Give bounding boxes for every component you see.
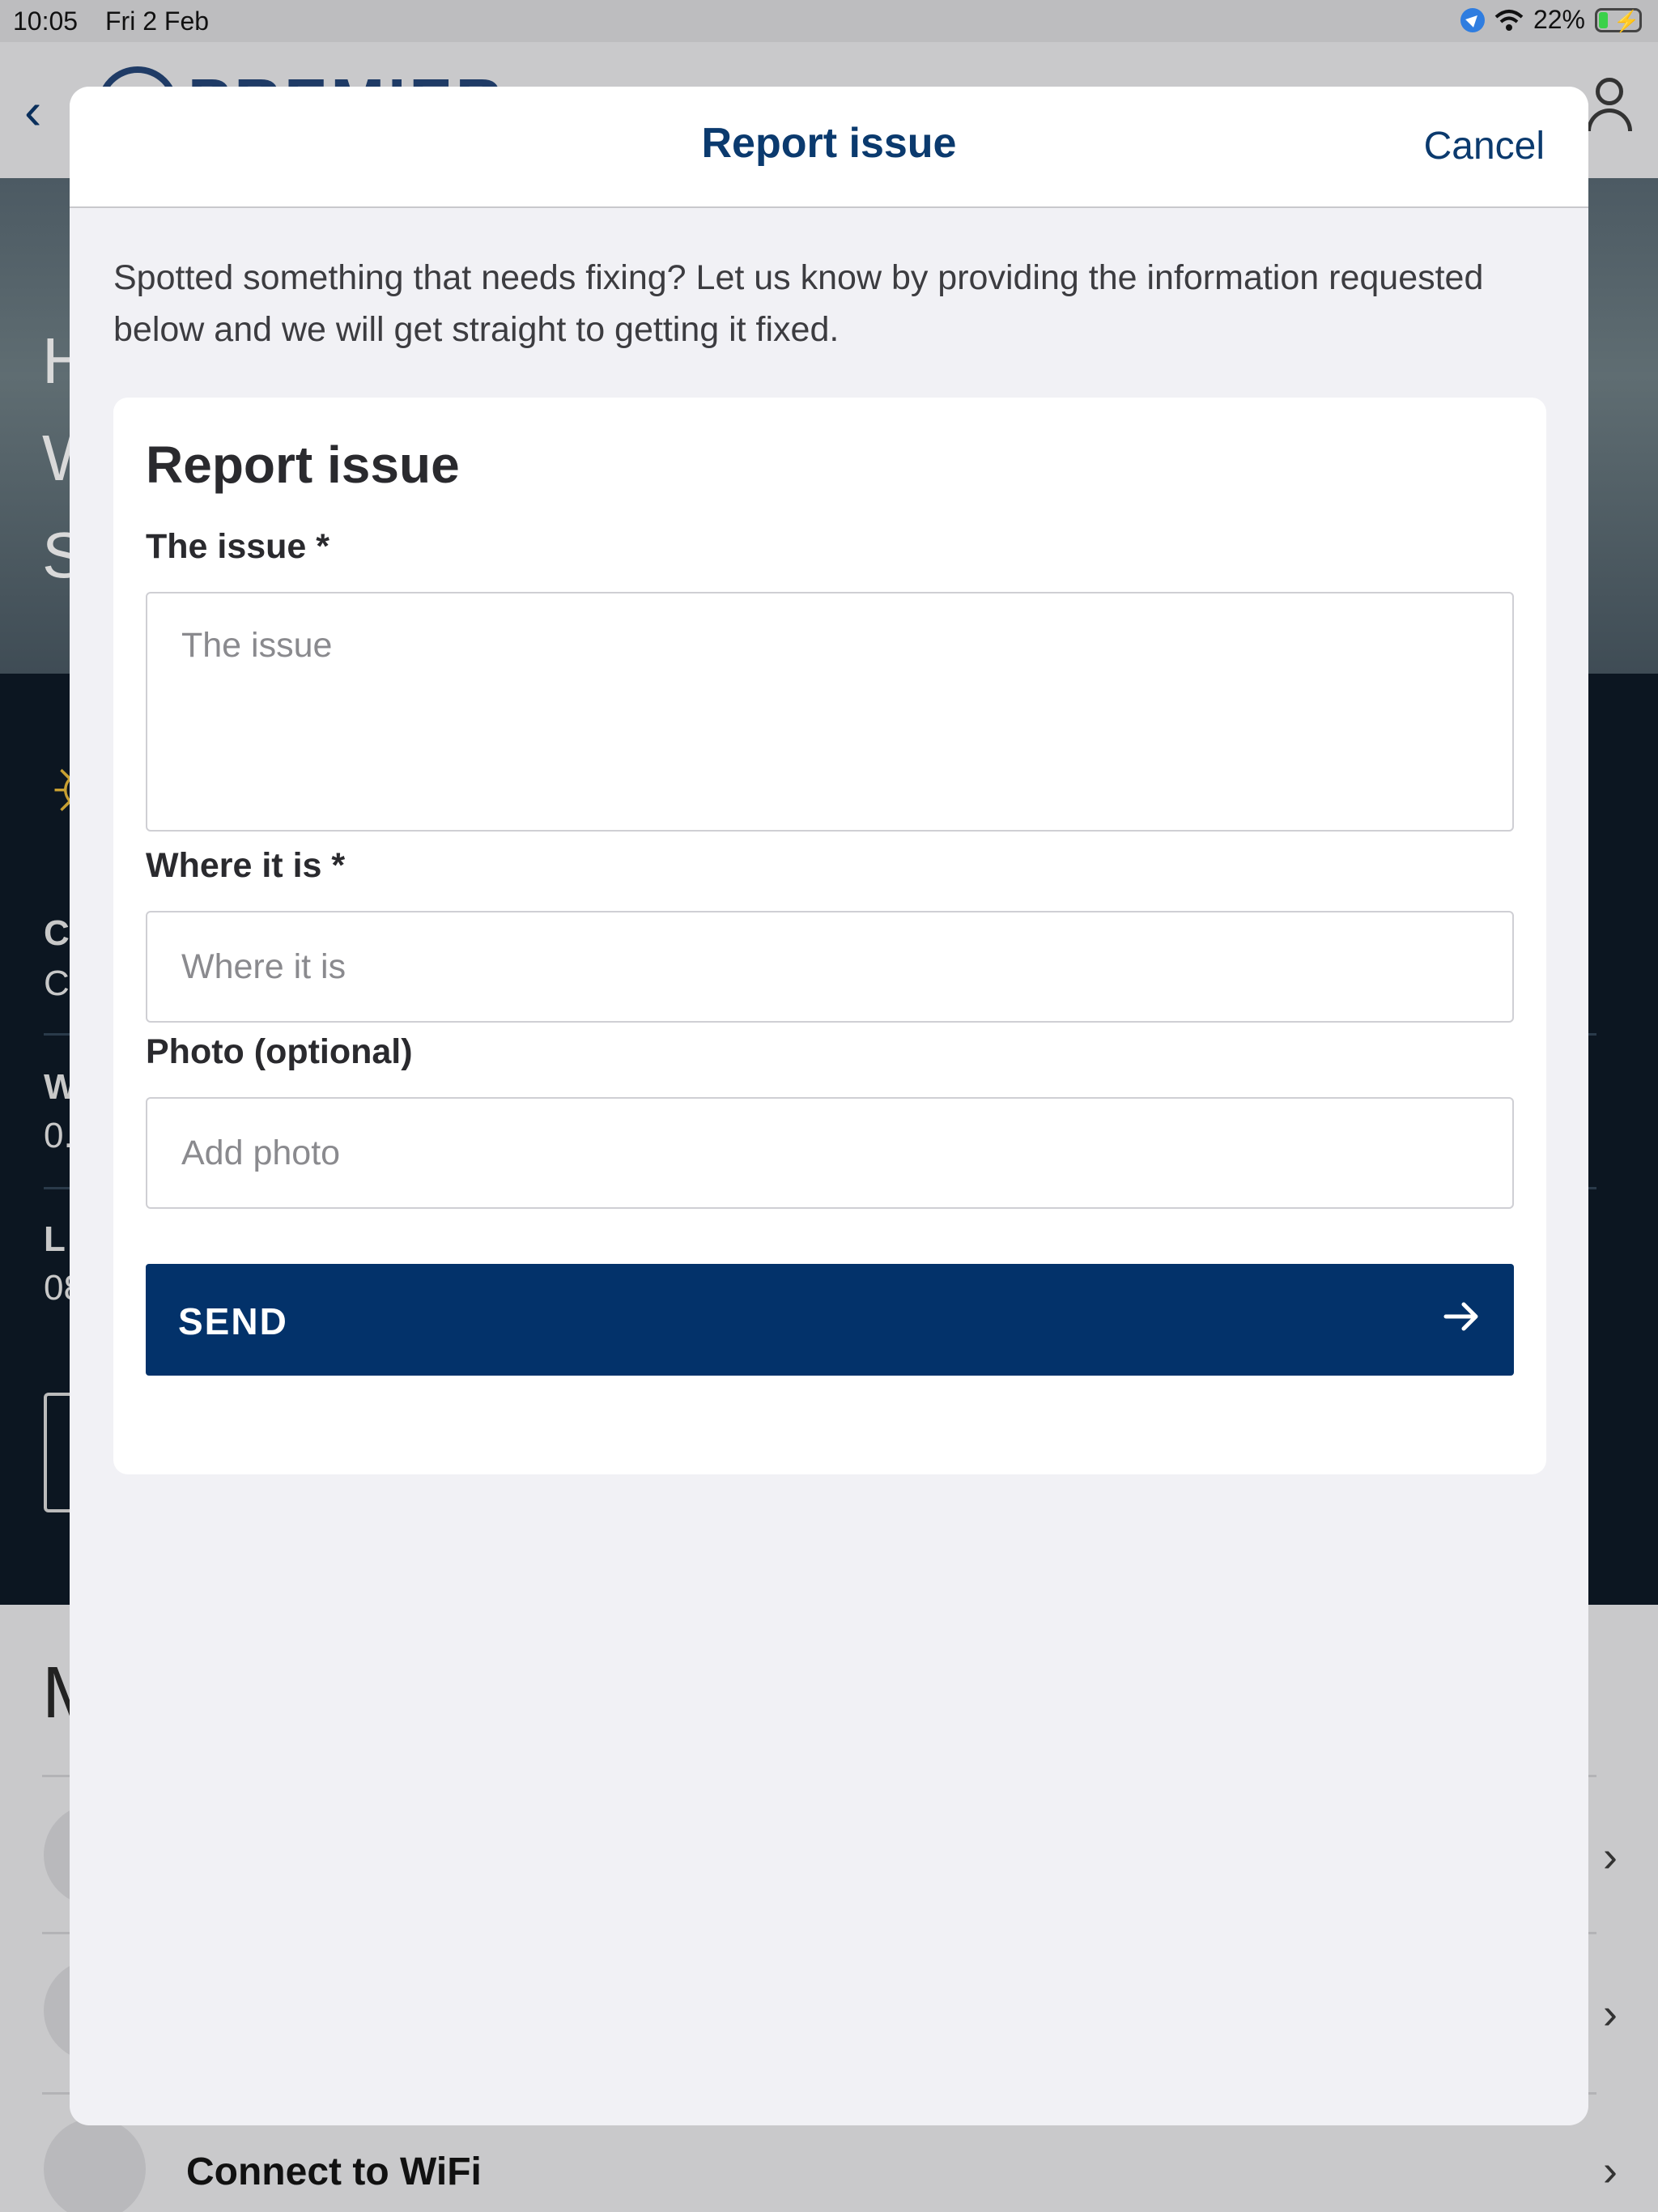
form-title: Report issue <box>146 436 460 494</box>
send-button[interactable]: SEND <box>146 1264 1514 1376</box>
battery-fill <box>1599 11 1608 28</box>
wifi-menu-icon <box>44 2118 146 2212</box>
photo-label: Photo (optional) <box>146 1032 413 1071</box>
status-time: 10:05 <box>13 6 79 36</box>
info-row-1-title: C <box>44 913 70 953</box>
connect-wifi-label[interactable]: Connect to WiFi <box>186 2150 482 2194</box>
modal-title: Report issue <box>701 120 957 167</box>
status-date: Fri 2 Feb <box>105 6 210 36</box>
send-label: SEND <box>178 1300 288 1342</box>
user-profile-icon[interactable] <box>1585 78 1634 134</box>
report-issue-modal: Report issue Cancel Spotted something th… <box>70 87 1588 2125</box>
chevron-right-icon[interactable]: › <box>1603 1831 1618 1882</box>
info-row-1-value: C <box>44 963 70 1003</box>
chevron-right-icon[interactable]: › <box>1603 1989 1618 2039</box>
modal-header: Report issue Cancel <box>70 87 1588 208</box>
issue-textarea[interactable] <box>146 592 1514 832</box>
status-bar: 10:05 Fri 2 Feb 22% ⚡ <box>0 0 1658 42</box>
battery-icon: ⚡ <box>1595 7 1642 33</box>
charging-bolt-icon: ⚡ <box>1613 8 1640 33</box>
back-chevron-icon[interactable]: ‹ <box>24 81 41 141</box>
status-indicators: 22% ⚡ <box>1460 5 1642 35</box>
cancel-button[interactable]: Cancel <box>1424 124 1545 168</box>
issue-label: The issue * <box>146 527 330 566</box>
location-input[interactable] <box>146 911 1514 1023</box>
chevron-right-icon[interactable]: › <box>1603 2146 1618 2196</box>
location-icon <box>1460 7 1485 32</box>
add-photo-field[interactable]: Add photo <box>146 1097 1514 1209</box>
report-form-card: Report issue The issue * Where it is * P… <box>113 398 1546 1474</box>
arrow-right-icon <box>1443 1302 1478 1331</box>
location-label: Where it is * <box>146 846 346 885</box>
intro-text: Spotted something that needs fixing? Let… <box>113 258 1484 349</box>
info-row-3-title: L <box>44 1219 66 1259</box>
add-photo-placeholder: Add photo <box>181 1133 341 1172</box>
battery-percent: 22% <box>1533 5 1585 34</box>
wifi-icon <box>1494 9 1524 31</box>
